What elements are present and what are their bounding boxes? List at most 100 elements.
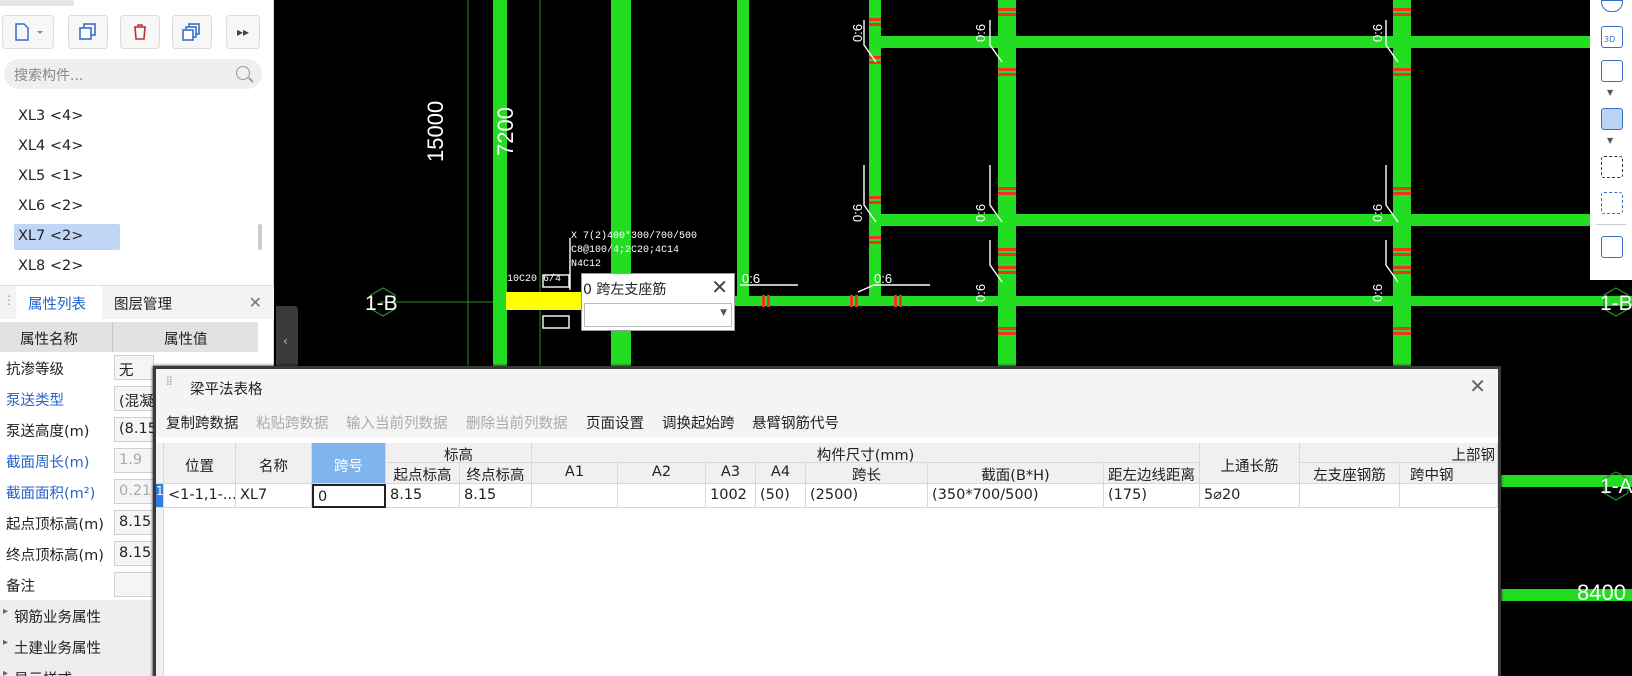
- close-icon[interactable]: ✕: [711, 275, 728, 299]
- axis-label: 1-B: [1600, 292, 1632, 315]
- dialog-title-bar[interactable]: ⁞⁞ 梁平法表格 ✕: [156, 369, 1498, 405]
- component-list-item[interactable]: XL6 <2>: [14, 194, 120, 220]
- span-label: 0:6: [1370, 204, 1385, 222]
- component-list-item[interactable]: XL3 <4>: [14, 104, 120, 130]
- new-component-button[interactable]: [2, 15, 54, 49]
- app-window: 15000 7200 8400 1-B 1-B 1-A X 7(2)400*30…: [0, 0, 1632, 676]
- drag-grip-icon: ⁞⁞: [166, 374, 173, 388]
- property-value[interactable]: (混凝: [114, 386, 154, 411]
- beam-vertical: [493, 0, 507, 370]
- chevron-down-icon[interactable]: ▼: [1607, 136, 1613, 145]
- property-name: 截面面积(m²): [6, 486, 96, 502]
- header-a3: A3: [706, 463, 756, 484]
- span-label: 0:6: [1370, 24, 1385, 42]
- beam-annotation: C8@100/4;2C20;4C14: [571, 244, 679, 256]
- fit-view-icon[interactable]: [1601, 156, 1623, 178]
- cell-left-support-rebar[interactable]: [1300, 484, 1400, 508]
- header-span-no[interactable]: 跨号: [312, 443, 386, 484]
- cell-span-no[interactable]: 0: [312, 484, 386, 508]
- property-value[interactable]: 8.15: [114, 541, 154, 566]
- cell-a4[interactable]: (50): [756, 484, 806, 508]
- search-icon: [236, 66, 250, 80]
- cell-span-length[interactable]: (2500): [806, 484, 928, 508]
- property-value[interactable]: 无: [114, 355, 154, 380]
- cell-a2[interactable]: [618, 484, 706, 508]
- component-label: XL4 <4>: [18, 138, 84, 154]
- property-name: 终点顶标高(m): [6, 548, 104, 564]
- cell-start-elevation[interactable]: 8.15: [386, 484, 460, 508]
- component-list-item[interactable]: XL4 <4>: [14, 134, 120, 160]
- list-scrollbar[interactable]: [258, 224, 262, 250]
- duplicate-button[interactable]: [172, 15, 212, 49]
- span-label: 0:6: [850, 24, 865, 42]
- property-view-icon[interactable]: [1601, 236, 1623, 258]
- beam-horizontal: [580, 296, 1632, 306]
- beam-annotation: 10C20 6/4: [507, 273, 561, 285]
- cantilever-rebar-code-button[interactable]: 悬臂钢筋代号: [752, 412, 839, 433]
- property-value[interactable]: (8.15: [114, 417, 154, 442]
- row-number[interactable]: 1: [156, 484, 164, 508]
- component-list-item[interactable]: XL5 <1>: [14, 164, 120, 190]
- span-label: 0:6: [973, 284, 988, 302]
- component-list-item[interactable]: XL8 <2>: [14, 254, 120, 280]
- rebar-select[interactable]: ▼: [584, 303, 732, 327]
- swap-start-span-button[interactable]: 调换起始跨: [662, 412, 735, 433]
- cell-position[interactable]: <1-1,1-...: [164, 484, 236, 508]
- cube-solid-icon[interactable]: [1601, 108, 1623, 130]
- group-label: 钢筋业务属性: [14, 610, 101, 626]
- new-file-icon: [15, 23, 43, 41]
- selected-beam-highlight[interactable]: [506, 292, 582, 310]
- span-label: 0:6: [850, 204, 865, 222]
- orbit-icon[interactable]: [1601, 0, 1623, 12]
- header-a2: A2: [618, 463, 706, 484]
- header-section: 截面(B*H): [928, 463, 1104, 484]
- header-position: 位置: [164, 443, 236, 484]
- paste-span-data-button[interactable]: 粘贴跨数据: [256, 412, 329, 433]
- close-icon[interactable]: ✕: [249, 293, 262, 312]
- property-value[interactable]: [114, 572, 154, 597]
- cell-a3[interactable]: 1002: [706, 484, 756, 508]
- cell-end-elevation[interactable]: 8.15: [460, 484, 532, 508]
- cell-a1[interactable]: [532, 484, 618, 508]
- close-icon[interactable]: ✕: [1469, 374, 1486, 398]
- header-property-name: 属性名称: [20, 332, 78, 348]
- tab-property-list[interactable]: 属性列表: [16, 286, 102, 320]
- 3d-view-icon[interactable]: 3D: [1601, 26, 1623, 48]
- property-tabs: ⋮ 属性列表 图层管理 ✕: [0, 285, 274, 320]
- property-value[interactable]: 8.15: [114, 510, 154, 535]
- component-label: XL6 <2>: [18, 198, 84, 214]
- component-label: XL3 <4>: [18, 108, 84, 124]
- cell-left-offset[interactable]: (175): [1104, 484, 1200, 508]
- cell-top-through-rebar[interactable]: 5⌀20: [1200, 484, 1300, 508]
- beam-annotation: X 7(2)400*300/700/500: [571, 230, 697, 242]
- component-toolbar: ▸▸: [0, 0, 274, 62]
- copy-span-data-button[interactable]: 复制跨数据: [166, 412, 239, 433]
- property-value: 0.21: [114, 479, 154, 504]
- layers-copy-icon: [182, 23, 200, 41]
- tab-label: 属性列表: [28, 297, 86, 313]
- delete-button[interactable]: [120, 15, 160, 49]
- cell-mid-span-rebar[interactable]: [1400, 484, 1498, 508]
- cube-view-icon[interactable]: [1601, 60, 1623, 82]
- more-button[interactable]: ▸▸: [226, 15, 260, 49]
- header-mid-span-rebar: 跨中钢: [1400, 463, 1498, 484]
- component-list-item-selected[interactable]: XL7 <2>: [14, 224, 120, 250]
- input-column-data-button[interactable]: 输入当前列数据: [346, 412, 448, 433]
- header-property-value: 属性值: [164, 332, 208, 348]
- header-top-through-rebar: 上通长筋: [1200, 443, 1300, 484]
- beam-vertical: [998, 0, 1016, 370]
- header-component-size: 构件尺寸(mm): [532, 443, 1200, 463]
- box-select-icon[interactable]: [1601, 192, 1623, 214]
- axis-label: 1-A: [1600, 475, 1632, 498]
- cell-section[interactable]: (350*700/500): [928, 484, 1104, 508]
- header-start-elevation: 起点标高: [386, 463, 460, 484]
- delete-column-data-button[interactable]: 删除当前列数据: [466, 412, 568, 433]
- cell-name[interactable]: XL7: [236, 484, 312, 508]
- page-setup-button[interactable]: 页面设置: [586, 412, 644, 433]
- copy-button[interactable]: [68, 15, 108, 49]
- chevron-down-icon[interactable]: ▼: [1607, 88, 1613, 97]
- span-label: 0:6: [1370, 284, 1385, 302]
- tab-layer-management[interactable]: 图层管理: [114, 286, 204, 320]
- drag-grip-icon: ⋮: [3, 293, 15, 307]
- search-input[interactable]: 搜索构件...: [4, 59, 262, 89]
